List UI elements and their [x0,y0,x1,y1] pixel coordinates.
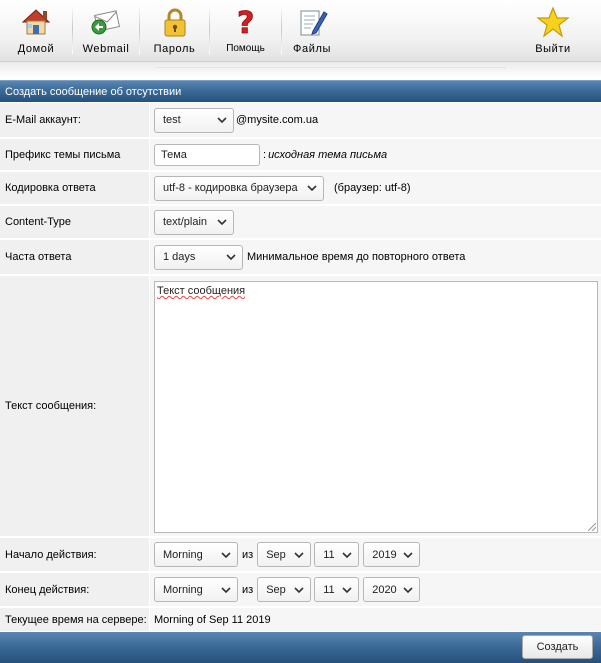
toolbar-logout[interactable]: Выйти [522,0,584,58]
start-year-value: 2019 [372,548,397,561]
create-button[interactable]: Создать [522,635,593,659]
email-account-select[interactable]: test [154,107,234,133]
encoding-select[interactable]: utf-8 - кодировка браузера [154,175,324,201]
chevron-down-icon [217,219,227,226]
chevron-down-icon [217,117,227,124]
toolbar-home-label: Домой [17,43,55,55]
reply-frequency-note: Минимальное время до повторного ответа [247,251,466,263]
subject-prefix-input[interactable]: Тема [154,143,260,166]
row-email-account: E-Mail аккаунт: test @mysite.com.ua [0,103,601,138]
toolbar-files[interactable]: Файлы [282,0,342,58]
message-value-cell: Текст сообщения [149,276,601,536]
chevron-down-icon [226,254,236,261]
email-account-value-cell: test @mysite.com.ua [149,103,601,137]
content-type-value-cell: text/plain [149,206,601,238]
chevron-down-icon [403,551,413,558]
home-icon [21,9,51,35]
chevron-down-icon [294,586,304,593]
server-time-label: Текущее время на сервере: [0,608,149,631]
content-type-label: Content-Type [0,206,149,238]
start-time-value: Morning [163,548,203,561]
toolbar-password[interactable]: Пароль [140,0,209,58]
toolbar-help[interactable]: ? Помощь [210,0,281,58]
help-icon: ? [236,6,254,39]
start-day-select[interactable]: 11 [314,542,360,567]
resize-grip-icon[interactable] [586,521,596,531]
toolbar-webmail[interactable]: Webmail [73,0,139,58]
end-time-value: Morning [163,583,203,596]
star-icon [536,6,570,38]
email-domain: @mysite.com.ua [236,114,319,126]
toolbar-files-label: Файлы [293,43,331,55]
end-date-label: Конец действия: [0,573,149,606]
subject-prefix-value-cell: Тема : исходная тема письма [149,139,601,170]
toolbar-webmail-label: Webmail [82,43,130,55]
content-type-select-value: text/plain [163,216,208,228]
toolbar-password-label: Пароль [153,43,196,55]
section-title: Создать сообщение об отсутствии [0,80,601,102]
row-subject-prefix: Префикс темы письма Тема : исходная тема… [0,139,601,171]
end-date-value-cell: Morning из Sep 11 2020 [149,573,601,606]
chevron-down-icon [342,551,352,558]
end-date-separator: из [242,583,254,596]
chevron-down-icon [342,586,352,593]
row-end-date: Конец действия: Morning из Sep 11 2020 [0,573,601,607]
start-date-label: Начало действия: [0,538,149,571]
chevron-down-icon [294,551,304,558]
chevron-down-icon [221,551,231,558]
start-time-select[interactable]: Morning [154,542,238,567]
message-label: Текст сообщения: [0,276,149,536]
row-reply-frequency: Часта ответа 1 days Минимальное время до… [0,240,601,275]
encoding-label: Кодировка ответа [0,172,149,204]
subject-prefix-label: Префикс темы письма [0,139,149,170]
email-account-select-value: test [163,114,181,126]
webmail-icon [91,10,121,35]
start-year-select[interactable]: 2019 [363,542,421,567]
end-time-select[interactable]: Morning [154,577,238,602]
files-icon [300,10,328,36]
reply-frequency-label: Часта ответа [0,240,149,274]
message-text: Текст сообщения [157,285,246,297]
chevron-down-icon [307,185,317,192]
subject-prefix-note: исходная тема письма [268,148,388,161]
toolbar-help-label: Помощь [226,43,265,54]
end-day-value: 11 [323,583,335,596]
encoding-note: (браузер: utf-8) [334,182,411,194]
top-toolbar: Домой Webmail Пароль ? Помощь Файлы Выйт… [0,0,601,62]
toolbar-shadow [0,62,601,78]
server-time-value: Morning of Sep 11 2019 [149,608,601,631]
start-month-value: Sep [266,548,286,561]
start-date-value-cell: Morning из Sep 11 2019 [149,538,601,571]
row-content-type: Content-Type text/plain [0,206,601,239]
start-day-value: 11 [323,548,335,561]
email-account-label: E-Mail аккаунт: [0,103,149,137]
subject-prefix-separator: : [263,148,267,161]
reply-frequency-select[interactable]: 1 days [154,244,243,270]
row-message: Текст сообщения: Текст сообщения [0,276,601,537]
chevron-down-icon [403,586,413,593]
row-server-time: Текущее время на сервере: Morning of Sep… [0,608,601,632]
end-month-value: Sep [266,583,286,596]
footer-bar: Создать [0,632,601,663]
toolbar-logout-label: Выйти [535,43,571,55]
svg-text:?: ? [236,6,254,39]
start-date-separator: из [242,548,254,561]
encoding-value-cell: utf-8 - кодировка браузера (браузер: utf… [149,172,601,204]
reply-frequency-value-cell: 1 days Минимальное время до повторного о… [149,240,601,274]
start-month-select[interactable]: Sep [257,542,312,567]
row-start-date: Начало действия: Morning из Sep 11 2019 [0,538,601,572]
divider [155,67,506,68]
chevron-down-icon [221,586,231,593]
content-type-select[interactable]: text/plain [154,209,234,235]
lock-icon [164,8,185,37]
encoding-select-value: utf-8 - кодировка браузера [163,182,298,194]
end-year-select[interactable]: 2020 [363,577,421,602]
message-textarea[interactable]: Текст сообщения [154,281,598,533]
reply-frequency-select-value: 1 days [163,251,196,263]
end-year-value: 2020 [372,583,397,596]
end-day-select[interactable]: 11 [314,577,360,602]
end-month-select[interactable]: Sep [257,577,312,602]
row-encoding: Кодировка ответа utf-8 - кодировка брауз… [0,172,601,205]
toolbar-home[interactable]: Домой [0,0,72,58]
